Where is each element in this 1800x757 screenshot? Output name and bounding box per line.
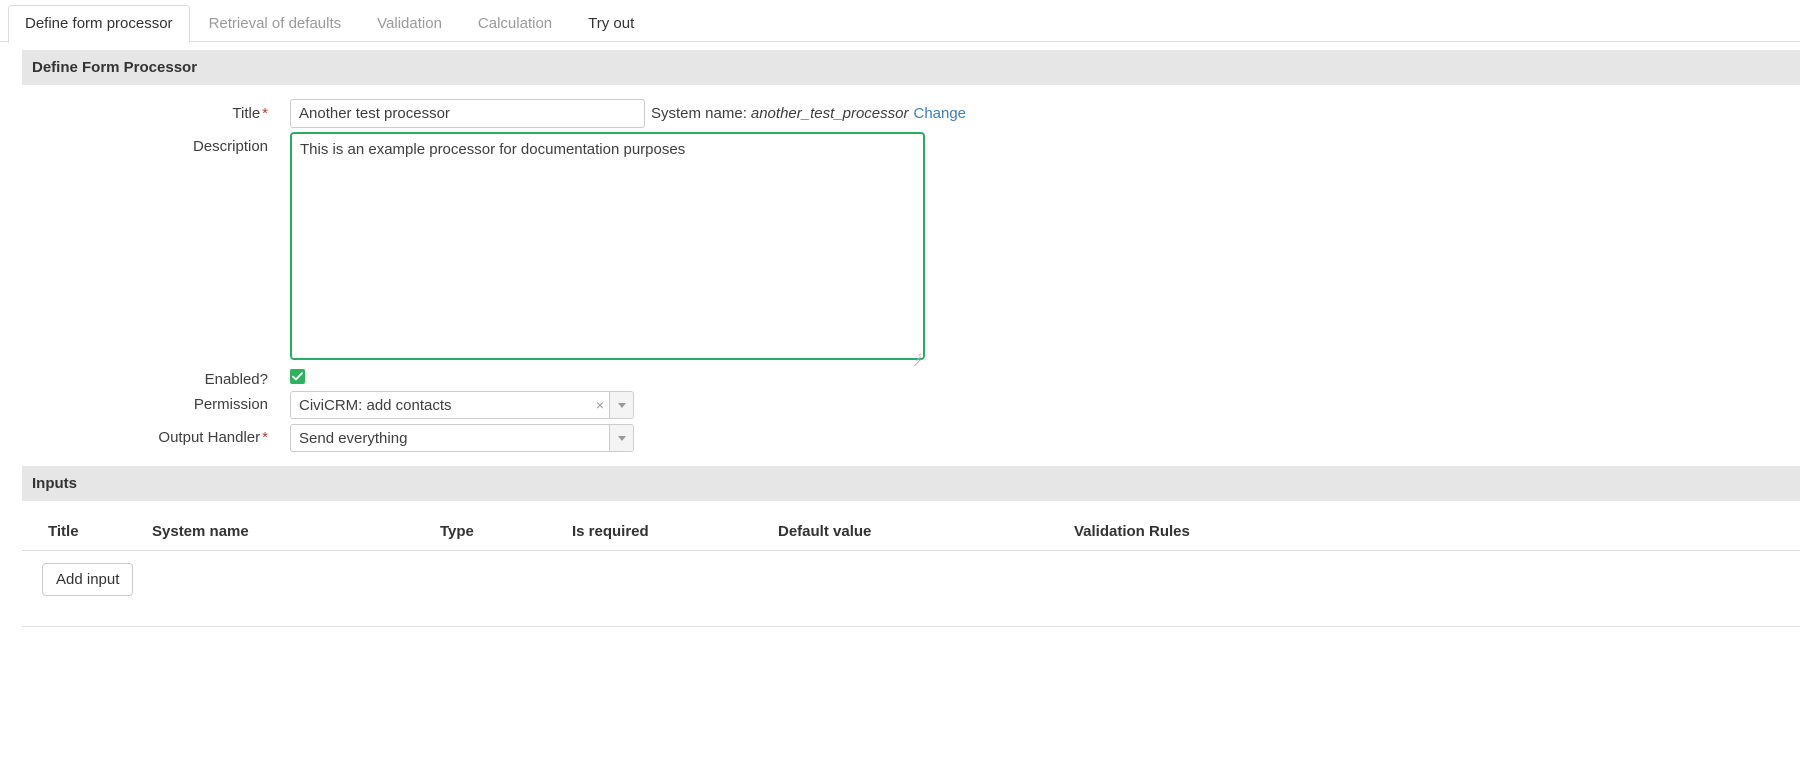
section-header-define-form-processor: Define Form Processor	[22, 50, 1800, 85]
description-label-text: Description	[193, 138, 268, 155]
column-header-system-name: System name	[152, 523, 440, 550]
page-content: Define Form Processor Title* System name…	[0, 50, 1800, 627]
permission-selected-value: CiviCRM: add contacts	[291, 392, 591, 418]
output-handler-selected-value: Send everything	[291, 425, 609, 451]
tab-bar: Define form processor Retrieval of defau…	[0, 0, 1800, 42]
bottom-divider	[22, 626, 1800, 627]
column-header-validation-rules: Validation Rules	[1074, 523, 1800, 550]
section-title: Define Form Processor	[32, 59, 197, 76]
tab-try-out[interactable]: Try out	[571, 5, 651, 42]
output-handler-select[interactable]: Send everything	[290, 424, 634, 452]
system-name-display: System name:another_test_processorChange	[645, 99, 966, 122]
chevron-down-icon[interactable]	[609, 392, 633, 418]
tab-retrieval-of-defaults[interactable]: Retrieval of defaults	[192, 5, 359, 42]
change-system-name-link[interactable]: Change	[913, 105, 966, 122]
section-header-inputs: Inputs	[22, 466, 1800, 501]
field-row-permission: Permission CiviCRM: add contacts ×	[0, 391, 1800, 419]
column-header-is-required: Is required	[572, 523, 778, 550]
output-handler-label-text: Output Handler	[158, 429, 260, 446]
inputs-table: Title System name Type Is required Defau…	[22, 523, 1800, 550]
system-name-value: another_test_processor	[751, 105, 909, 122]
enabled-label-text: Enabled?	[205, 371, 268, 388]
description-textarea[interactable]	[290, 132, 925, 360]
tab-label: Retrieval of defaults	[209, 15, 342, 32]
field-row-enabled: Enabled?	[0, 369, 1800, 389]
title-control-area: System name:another_test_processorChange	[290, 99, 966, 128]
enabled-control-area	[290, 369, 305, 384]
clear-icon[interactable]: ×	[591, 392, 609, 418]
enabled-checkbox[interactable]	[290, 369, 305, 384]
required-marker: *	[262, 105, 268, 122]
column-header-default-value: Default value	[778, 523, 1074, 550]
title-label-text: Title	[232, 105, 260, 122]
output-handler-label: Output Handler*	[0, 424, 290, 447]
output-handler-control-area: Send everything	[290, 424, 634, 452]
title-label: Title*	[0, 99, 290, 123]
tab-validation[interactable]: Validation	[360, 5, 459, 42]
required-marker: *	[262, 429, 268, 446]
add-input-button[interactable]: Add input	[42, 563, 133, 596]
field-row-title: Title* System name:another_test_processo…	[0, 99, 1800, 128]
inputs-header-row: Title System name Type Is required Defau…	[22, 523, 1800, 550]
description-label: Description	[0, 132, 290, 156]
title-input[interactable]	[290, 99, 645, 128]
check-icon	[292, 371, 303, 382]
inputs-table-head: Title System name Type Is required Defau…	[22, 523, 1800, 550]
tab-label: Try out	[588, 15, 634, 32]
system-name-label: System name:	[651, 105, 747, 122]
inputs-table-wrap: Title System name Type Is required Defau…	[0, 523, 1800, 550]
tab-label: Define form processor	[25, 15, 173, 32]
tab-calculation[interactable]: Calculation	[461, 5, 569, 42]
enabled-label: Enabled?	[0, 369, 290, 389]
add-input-row: Add input	[0, 551, 1800, 612]
field-row-output-handler: Output Handler* Send everything	[0, 424, 1800, 452]
tab-define-form-processor[interactable]: Define form processor	[8, 5, 190, 43]
field-row-description: Description	[0, 132, 1800, 364]
permission-label: Permission	[0, 391, 290, 414]
inputs-section-title: Inputs	[32, 475, 77, 492]
tab-label: Validation	[377, 15, 442, 32]
chevron-down-icon[interactable]	[609, 425, 633, 451]
column-header-type: Type	[440, 523, 572, 550]
form-processor-form: Title* System name:another_test_processo…	[0, 85, 1800, 452]
tab-label: Calculation	[478, 15, 552, 32]
permission-label-text: Permission	[194, 396, 268, 413]
column-header-title: Title	[22, 523, 152, 550]
permission-select[interactable]: CiviCRM: add contacts ×	[290, 391, 634, 419]
description-control-area	[290, 132, 925, 364]
permission-control-area: CiviCRM: add contacts ×	[290, 391, 634, 419]
